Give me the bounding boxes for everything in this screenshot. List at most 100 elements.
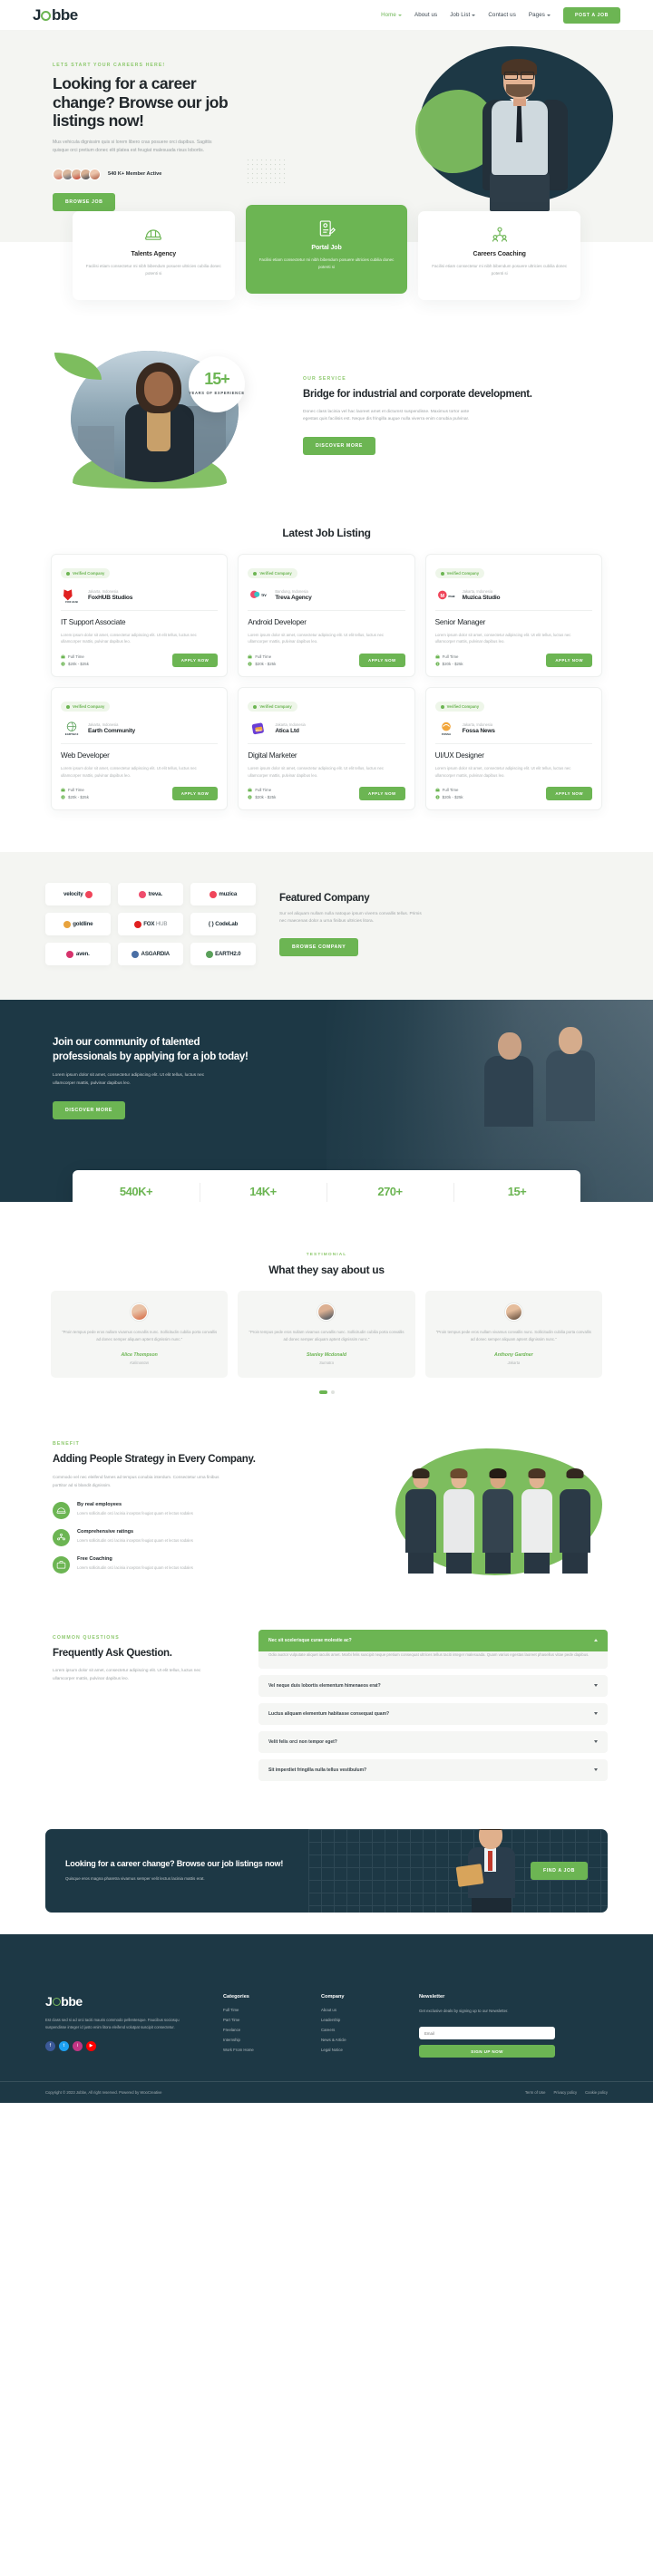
bottom-cta-banner: Looking for a career change? Browse our … <box>45 1828 608 1913</box>
nav-label: About us <box>414 12 438 18</box>
footer-bottom-link[interactable]: Cookie policy <box>585 2090 608 2095</box>
faq-item[interactable]: Velit felis orci non tempor eget? <box>258 1730 608 1753</box>
footer-link[interactable]: Full Time <box>223 2008 307 2012</box>
job-company: FOSSA Jakarta, Indonesia Fossa News <box>435 721 592 737</box>
divider <box>434 609 592 611</box>
job-title[interactable]: IT Support Associate <box>61 618 218 626</box>
footer-link[interactable]: Legal Notice <box>321 2048 404 2052</box>
footer-bottom-link[interactable]: Term of Use <box>525 2090 546 2095</box>
faq-item[interactable]: Sit imperdiet fringilla nulla tellus ves… <box>258 1758 608 1781</box>
post-a-job-button[interactable]: POST A JOB <box>562 6 620 24</box>
benefit-eyebrow: BENEFIT <box>53 1441 80 1448</box>
job-card[interactable]: Verified Company FOX HUB Jakarta, Indonesi… <box>51 553 229 677</box>
find-a-job-button[interactable]: FIND A JOB <box>530 1861 588 1880</box>
job-title[interactable]: UI/UX Designer <box>435 751 592 760</box>
faq-question[interactable]: Nec sit scelerisque curae molestie ac? <box>258 1629 608 1651</box>
job-title[interactable]: Senior Manager <box>435 618 592 626</box>
company-logo-cell[interactable]: muzica <box>190 883 256 906</box>
job-card[interactable]: Verified Company atico Jakarta, Indonesia A… <box>238 686 415 811</box>
browse-company-button[interactable]: BROWSE COMPANY <box>279 938 359 957</box>
logo-text-j: J <box>33 5 41 24</box>
instagram-icon[interactable]: i <box>73 2040 83 2051</box>
stat-value: 15+ <box>507 1185 527 1199</box>
company-logo-cell[interactable]: velocity <box>45 883 111 906</box>
company-logo-cell[interactable]: FOX HUB <box>118 913 183 936</box>
browse-job-button[interactable]: BROWSE JOB <box>53 192 116 211</box>
apply-now-button[interactable]: APPLY NOW <box>171 653 219 667</box>
job-title[interactable]: Digital Marketer <box>248 751 404 760</box>
youtube-icon[interactable]: ▶ <box>86 2040 96 2051</box>
avatar <box>504 1303 522 1322</box>
discover-more-button[interactable]: DISCOVER MORE <box>303 437 375 456</box>
carousel-dots[interactable] <box>0 1390 653 1394</box>
footer-link[interactable]: Leadership <box>321 2018 404 2022</box>
section-title: Latest Job Listing <box>282 526 371 539</box>
nav-item-pages[interactable]: Pages <box>529 12 551 18</box>
company-logo-cell[interactable]: { } CodeLab <box>190 913 256 936</box>
footer-link[interactable]: Freelance <box>223 2028 307 2032</box>
helmet-icon <box>144 226 162 244</box>
company-logo-cell[interactable]: ASGARDIA <box>118 943 183 966</box>
faq-item[interactable]: Nec sit scelerisque curae molestie ac? Od… <box>258 1629 608 1669</box>
company-logo-cell[interactable]: EARTH2.0 <box>190 943 256 966</box>
footer-logo[interactable]: Jbbe <box>45 1994 209 2009</box>
job-card[interactable]: Verified Company trv Bandung, Indonesia Tre… <box>238 553 415 677</box>
verified-label: Verified Company <box>73 704 105 710</box>
verified-badge: Verified Company <box>248 568 297 579</box>
faq-title: Frequently Ask Question. <box>53 1647 172 1659</box>
apply-now-button[interactable]: APPLY NOW <box>359 787 405 801</box>
company-logo-cell[interactable]: goldline <box>45 913 111 936</box>
footer-link[interactable]: Part Time <box>223 2018 307 2022</box>
footer-link[interactable]: Careers <box>321 2028 404 2032</box>
faq-question[interactable]: Velit felis orci non tempor eget? <box>258 1731 608 1753</box>
faq-question[interactable]: Luctus aliquam elementum habitasse conse… <box>258 1703 608 1725</box>
chevron-down-icon <box>472 14 476 16</box>
nav-item-home[interactable]: Home <box>381 12 402 18</box>
faq-question-text: Velit felis orci non tempor eget? <box>268 1738 337 1745</box>
service-card-careers-coaching[interactable]: Careers Coaching Facilisi etiam consecte… <box>418 210 581 300</box>
faq-question[interactable]: Sit imperdiet fringilla nulla tellus ves… <box>258 1759 608 1781</box>
our-service-paragraph: Donec class lacinia vel hac laoreet amet… <box>303 409 470 422</box>
job-type-tag: Full Time <box>248 654 276 659</box>
apply-now-button[interactable]: APPLY NOW <box>546 787 592 801</box>
facebook-icon[interactable]: f <box>45 2040 55 2051</box>
testimonial-grid: "Proin tempus pede eros nullam vivamus c… <box>51 1291 602 1378</box>
discover-more-button[interactable]: DISCOVER MORE <box>53 1101 125 1120</box>
company-logo-cell[interactable]: aven. <box>45 943 111 966</box>
service-card-talents-agency[interactable]: Talents Agency Facilisi etiam consectetu… <box>73 210 235 300</box>
verified-label: Verified Company <box>259 571 292 576</box>
carousel-dot-active[interactable] <box>318 1390 327 1394</box>
logo[interactable]: Jbbe <box>33 6 78 24</box>
faq-question-text: Sit imperdiet fringilla nulla tellus ves… <box>268 1767 367 1773</box>
footer-link[interactable]: Internship <box>223 2038 307 2042</box>
apply-now-button[interactable]: APPLY NOW <box>359 653 405 667</box>
nav-item-about[interactable]: About us <box>414 12 437 18</box>
company-logo-cell[interactable]: treva. <box>118 883 183 906</box>
apply-now-button[interactable]: APPLY NOW <box>546 653 592 667</box>
carousel-dot[interactable] <box>330 1390 335 1394</box>
job-card[interactable]: Verified Company FOSSA Jakarta, Indonesia F… <box>424 686 602 811</box>
benefit-item: Free Coaching Lorem sollicitudin orci lac… <box>53 1555 272 1574</box>
job-title[interactable]: Android Developer <box>248 618 404 626</box>
job-card[interactable]: Verified Company EARTH2.0 Jakarta, Indones… <box>51 686 229 811</box>
newsletter-email-input[interactable] <box>419 2027 555 2040</box>
job-title[interactable]: Web Developer <box>61 751 218 760</box>
footer-bottom-link[interactable]: Privacy policy <box>553 2090 577 2095</box>
footer-link[interactable]: News & Article <box>321 2038 404 2042</box>
twitter-icon[interactable]: t <box>59 2040 69 2051</box>
verified-badge: Verified Company <box>61 568 111 579</box>
faq-question[interactable]: Vel neque duis lobortis elementum himena… <box>258 1675 608 1697</box>
newsletter-signup-button[interactable]: SIGN UP NOW <box>419 2045 555 2058</box>
job-salary-label: $20k - $25k <box>442 661 463 666</box>
nav-item-contact[interactable]: Contact us <box>488 12 516 18</box>
service-card-portal-job[interactable]: Portal Job Facilisi etiam consectetur mi… <box>245 204 408 294</box>
faq-item[interactable]: Vel neque duis lobortis elementum himena… <box>258 1674 608 1697</box>
footer-link[interactable]: Work From Home <box>223 2048 307 2052</box>
job-card[interactable]: Verified Company Mmuz Jakarta, Indonesia Mu… <box>424 553 602 677</box>
job-type-label: Full Time <box>442 788 459 793</box>
apply-now-button[interactable]: APPLY NOW <box>171 787 219 801</box>
footer-link[interactable]: About us <box>321 2008 404 2012</box>
faq-item[interactable]: Luctus aliquam elementum habitasse conse… <box>258 1702 608 1725</box>
nav-item-joblist[interactable]: Job List <box>450 12 476 18</box>
stat-value: 270+ <box>377 1185 403 1199</box>
